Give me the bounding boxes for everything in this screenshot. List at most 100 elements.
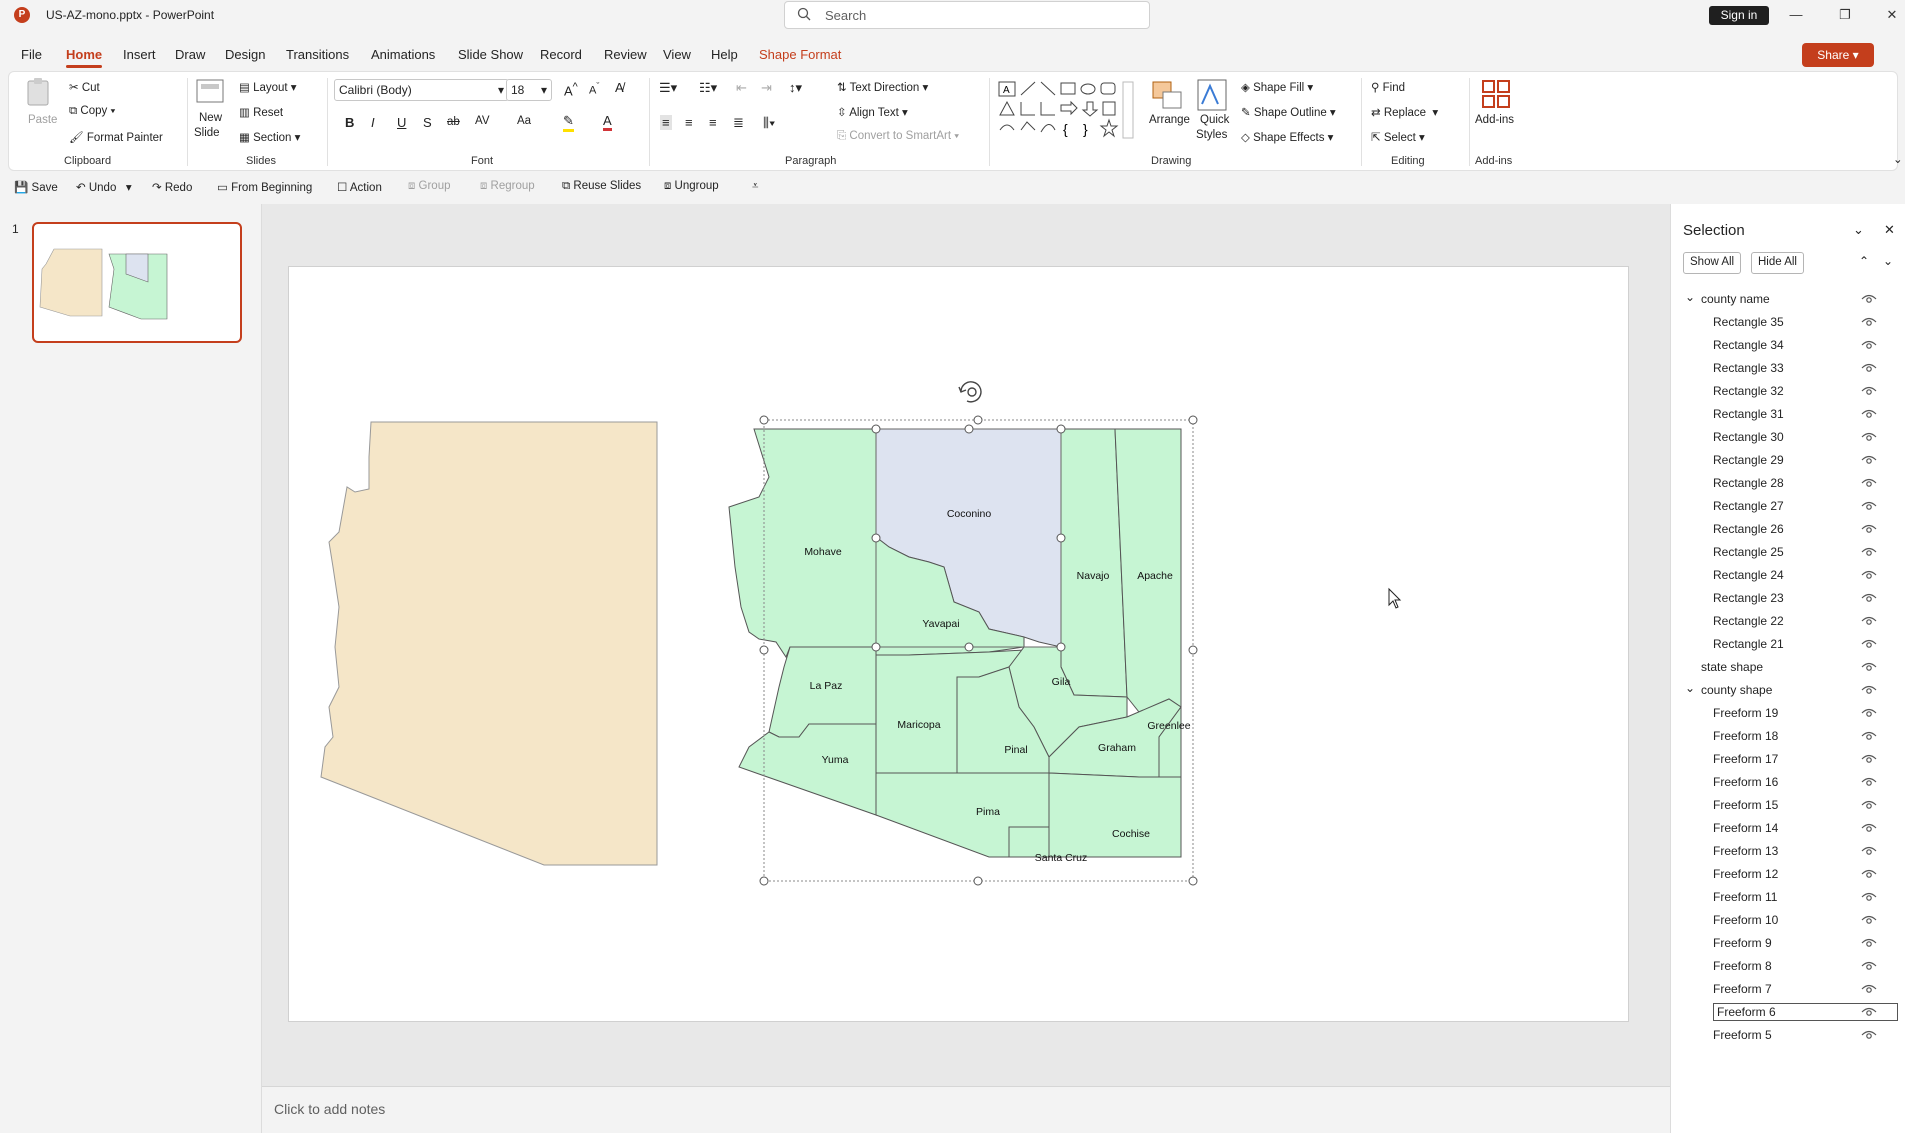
increase-font-button[interactable]: A^ (564, 81, 578, 98)
selection-item-row[interactable]: state shape (1671, 656, 1905, 679)
visibility-eye-icon[interactable] (1861, 800, 1877, 810)
shape-fill-button[interactable]: ◈ Shape Fill ▾ (1241, 80, 1313, 94)
shapes-gallery[interactable]: A {} (997, 80, 1135, 140)
quick-styles-button-line2[interactable]: Styles (1196, 129, 1227, 141)
replace-button[interactable]: ⇄ Replace ▾ (1371, 105, 1438, 119)
justify-icon[interactable]: ≣ (733, 115, 744, 131)
tab-shape-format[interactable]: Shape Format (759, 47, 841, 62)
numbering-icon[interactable]: ☷▾ (699, 80, 717, 96)
selection-item-row[interactable]: Freeform 15 (1671, 794, 1905, 817)
selection-item-row[interactable]: Freeform 18 (1671, 725, 1905, 748)
expand-chevron-icon[interactable]: ⌄ (1685, 290, 1695, 304)
align-text-button[interactable]: ⇳ Align Text ▾ (837, 105, 908, 119)
search-box[interactable]: Search (784, 1, 1150, 29)
redo-button[interactable]: ↷ Redo (152, 180, 192, 194)
visibility-eye-icon[interactable] (1861, 501, 1877, 511)
selection-item-row[interactable]: Rectangle 22 (1671, 610, 1905, 633)
selection-item-row[interactable]: Freeform 9 (1671, 932, 1905, 955)
visibility-eye-icon[interactable] (1861, 823, 1877, 833)
tab-record[interactable]: Record (540, 47, 582, 62)
selection-item-row[interactable]: Freeform 19 (1671, 702, 1905, 725)
minimize-button[interactable]: — (1781, 5, 1811, 25)
selection-item-row[interactable]: Rectangle 21 (1671, 633, 1905, 656)
visibility-eye-icon[interactable] (1861, 340, 1877, 350)
collapse-ribbon-icon[interactable]: ⌄ (1893, 152, 1903, 166)
rotate-handle-icon[interactable] (958, 381, 982, 403)
tab-file[interactable]: File (21, 47, 42, 62)
select-button[interactable]: ⇱ Select ▾ (1371, 130, 1425, 144)
selection-group-row[interactable]: ⌄ county name (1671, 288, 1905, 311)
save-button[interactable]: 💾 Save (14, 180, 58, 194)
align-center-icon[interactable]: ≡ (685, 115, 693, 130)
selection-item-row[interactable]: Freeform 14 (1671, 817, 1905, 840)
tab-view[interactable]: View (663, 47, 691, 62)
visibility-eye-icon[interactable] (1861, 593, 1877, 603)
close-window-button[interactable]: ✕ (1877, 5, 1905, 25)
format-painter-button[interactable]: 🖌 Format Painter (69, 130, 163, 144)
undo-button[interactable]: ↶ Undo ▾ (76, 180, 132, 194)
tab-draw[interactable]: Draw (175, 47, 205, 62)
tab-transitions[interactable]: Transitions (286, 47, 349, 62)
visibility-eye-icon[interactable] (1861, 938, 1877, 948)
visibility-eye-icon[interactable] (1861, 455, 1877, 465)
text-direction-button[interactable]: ⇅ Text Direction ▾ (837, 80, 928, 94)
new-slide-button-line2[interactable]: Slide (194, 127, 220, 139)
character-spacing-button[interactable]: AV (475, 115, 490, 127)
visibility-eye-icon[interactable] (1861, 754, 1877, 764)
font-size-select[interactable]: 18 ▾ (506, 79, 552, 101)
selection-group-row[interactable]: ⌄ county shape (1671, 679, 1905, 702)
selection-item-row[interactable]: Freeform 7 (1671, 978, 1905, 1001)
visibility-eye-icon[interactable] (1861, 662, 1877, 672)
visibility-eye-icon[interactable] (1861, 432, 1877, 442)
visibility-eye-icon[interactable] (1861, 317, 1877, 327)
from-beginning-button[interactable]: ▭ From Beginning (217, 180, 312, 194)
italic-button[interactable]: I (371, 115, 375, 130)
customize-qat-icon[interactable]: ⩡ (752, 180, 759, 193)
slide-canvas[interactable]: Mohave Coconino Navajo Apache Yavapai La… (288, 266, 1629, 1022)
paste-button[interactable]: Paste (28, 114, 57, 126)
shape-outline-button[interactable]: ✎ Shape Outline ▾ (1241, 105, 1336, 119)
visibility-eye-icon[interactable] (1861, 869, 1877, 879)
selection-item-row[interactable]: Rectangle 24 (1671, 564, 1905, 587)
visibility-eye-icon[interactable] (1861, 409, 1877, 419)
font-color-icon[interactable]: A (603, 113, 612, 131)
increase-indent-icon[interactable]: ⇥ (761, 80, 772, 96)
selection-item-row[interactable]: Freeform 13 (1671, 840, 1905, 863)
visibility-eye-icon[interactable] (1861, 547, 1877, 557)
visibility-eye-icon[interactable] (1861, 1007, 1877, 1017)
bold-button[interactable]: B (345, 115, 354, 130)
selection-item-row[interactable]: Freeform 5 (1671, 1024, 1905, 1047)
visibility-eye-icon[interactable] (1861, 639, 1877, 649)
underline-button[interactable]: U (397, 115, 406, 130)
convert-smartart-button[interactable]: ⎘ Convert to SmartArt ▾ (837, 130, 959, 143)
close-pane-icon[interactable]: ✕ (1884, 222, 1895, 238)
tab-home[interactable]: Home (66, 47, 103, 68)
selection-item-row[interactable]: Freeform 11 (1671, 886, 1905, 909)
section-button[interactable]: ▦ Section ▾ (239, 130, 300, 144)
strikethrough-button[interactable]: ab (447, 116, 460, 128)
selection-item-row[interactable]: Freeform 17 (1671, 748, 1905, 771)
line-spacing-icon[interactable]: ↕▾ (789, 80, 802, 96)
selection-item-row[interactable]: Freeform 12 (1671, 863, 1905, 886)
county-yuma[interactable] (738, 723, 877, 816)
align-right-icon[interactable]: ≡ (709, 115, 717, 130)
reuse-slides-button[interactable]: ⧉ Reuse Slides (562, 180, 641, 193)
visibility-eye-icon[interactable] (1861, 386, 1877, 396)
selection-item-row[interactable]: Freeform 8 (1671, 955, 1905, 978)
arrange-button[interactable]: Arrange (1149, 114, 1190, 126)
visibility-eye-icon[interactable] (1861, 524, 1877, 534)
visibility-eye-icon[interactable] (1861, 616, 1877, 626)
reset-button[interactable]: ▥ Reset (239, 105, 283, 119)
state-shape[interactable] (320, 421, 658, 866)
bullets-icon[interactable]: ☰▾ (659, 80, 677, 96)
visibility-eye-icon[interactable] (1861, 685, 1877, 695)
share-button[interactable]: Share ▾ (1802, 43, 1874, 67)
tab-animations[interactable]: Animations (371, 47, 435, 62)
bring-forward-icon[interactable]: ⌃ (1859, 254, 1869, 268)
selection-item-row[interactable]: Rectangle 31 (1671, 403, 1905, 426)
sign-in-button[interactable]: Sign in (1709, 6, 1769, 25)
selection-item-row[interactable]: Freeform 16 (1671, 771, 1905, 794)
regroup-button[interactable]: ⧈ Regroup (480, 180, 535, 193)
county-cochise[interactable] (1048, 772, 1182, 858)
hide-all-button[interactable]: Hide All (1751, 252, 1804, 274)
